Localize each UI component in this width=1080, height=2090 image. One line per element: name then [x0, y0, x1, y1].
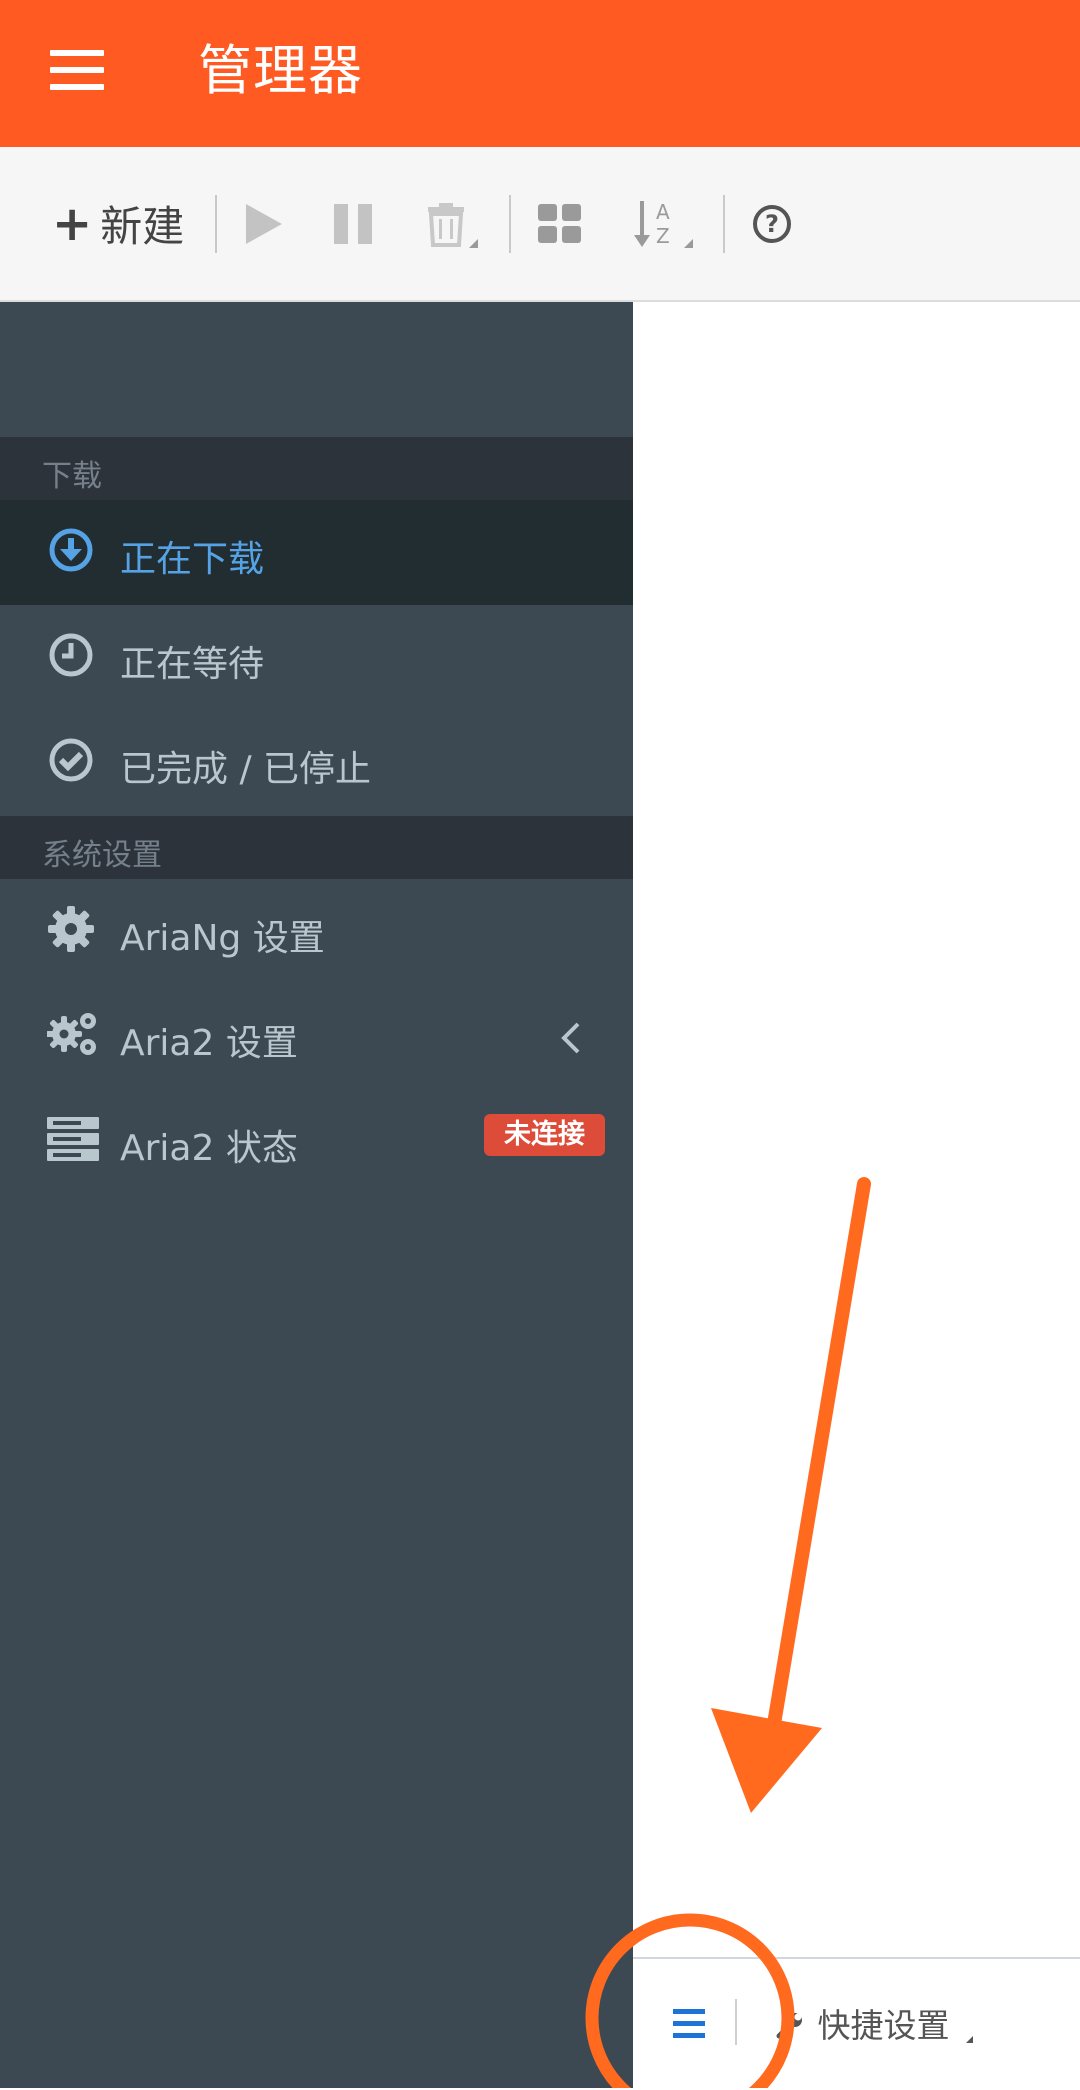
dropdown-caret-icon — [684, 239, 693, 248]
quick-settings-label: 快捷设置 — [817, 2006, 950, 2045]
new-task-button[interactable]: + 新建 — [52, 147, 184, 300]
sidebar-item-label: Aria2 状态 — [120, 1128, 298, 1169]
sort-az-icon: A Z — [634, 200, 670, 248]
plus-icon: + — [52, 195, 93, 252]
wrench-icon — [776, 2013, 802, 2039]
sidebar-item-completed[interactable]: 已完成 / 已停止 — [0, 710, 633, 815]
chevron-left-icon — [561, 1022, 580, 1054]
download-icon — [49, 528, 93, 572]
footer-separator — [735, 1999, 737, 2045]
annotation-arrow-shaft — [761, 1177, 871, 1767]
app-header: 管理器 — [0, 0, 1080, 147]
sidebar: 下载 正在下载 正在等待 已完成 / 已停止 系统设置 AriaNg 设置 Ar… — [0, 302, 633, 2088]
dropdown-caret-icon — [469, 239, 478, 248]
dropdown-caret-icon — [966, 2036, 973, 2043]
section-header-settings: 系统设置 — [0, 816, 633, 879]
sidebar-item-aria2-settings[interactable]: Aria2 设置 — [0, 984, 633, 1089]
sidebar-item-label: Aria2 设置 — [120, 1023, 298, 1064]
clock-icon — [49, 633, 93, 677]
sidebar-item-label: 已完成 / 已停止 — [120, 749, 372, 790]
delete-button[interactable] — [426, 147, 478, 300]
start-button[interactable] — [244, 147, 284, 300]
pause-button[interactable] — [334, 147, 374, 300]
gear-icon — [48, 906, 94, 952]
sidebar-item-downloading[interactable]: 正在下载 — [0, 500, 633, 605]
help-icon: ? — [753, 204, 791, 243]
check-circle-icon — [49, 738, 93, 782]
trash-icon — [428, 202, 464, 247]
status-badge: 未连接 — [484, 1114, 605, 1156]
toolbar: + 新建 A Z ? — [0, 147, 1080, 302]
sort-button[interactable]: A Z — [634, 147, 693, 300]
gears-icon — [47, 1013, 96, 1055]
footer-menu-icon[interactable] — [673, 2009, 705, 2039]
svg-text:A: A — [656, 200, 670, 224]
sidebar-item-waiting[interactable]: 正在等待 — [0, 605, 633, 710]
play-icon — [246, 203, 282, 244]
new-task-label: 新建 — [100, 202, 185, 251]
section-header-download: 下载 — [0, 437, 633, 500]
grid-icon — [538, 203, 581, 243]
toolbar-separator — [215, 195, 217, 253]
pause-icon — [334, 203, 372, 244]
footer-bar: 快捷设置 — [633, 1957, 1080, 2090]
server-icon — [47, 1117, 99, 1161]
sidebar-item-ariang-settings[interactable]: AriaNg 设置 — [0, 879, 633, 984]
sidebar-item-aria2-status[interactable]: Aria2 状态 未连接 — [0, 1089, 633, 1194]
sidebar-item-label: 正在等待 — [120, 644, 265, 685]
svg-text:?: ? — [765, 210, 779, 238]
page-title: 管理器 — [198, 39, 363, 102]
annotation-arrow-head — [711, 1708, 822, 1813]
toolbar-separator — [723, 195, 725, 253]
sidebar-item-label: AriaNg 设置 — [120, 918, 325, 959]
sidebar-item-label: 正在下载 — [120, 539, 265, 580]
quick-settings-button[interactable]: 快捷设置 — [775, 1999, 973, 2047]
toolbar-separator — [509, 195, 511, 253]
help-button[interactable]: ? — [752, 147, 792, 300]
svg-text:Z: Z — [656, 224, 670, 248]
display-mode-button[interactable] — [538, 147, 582, 300]
hamburger-menu-icon[interactable] — [50, 50, 104, 90]
